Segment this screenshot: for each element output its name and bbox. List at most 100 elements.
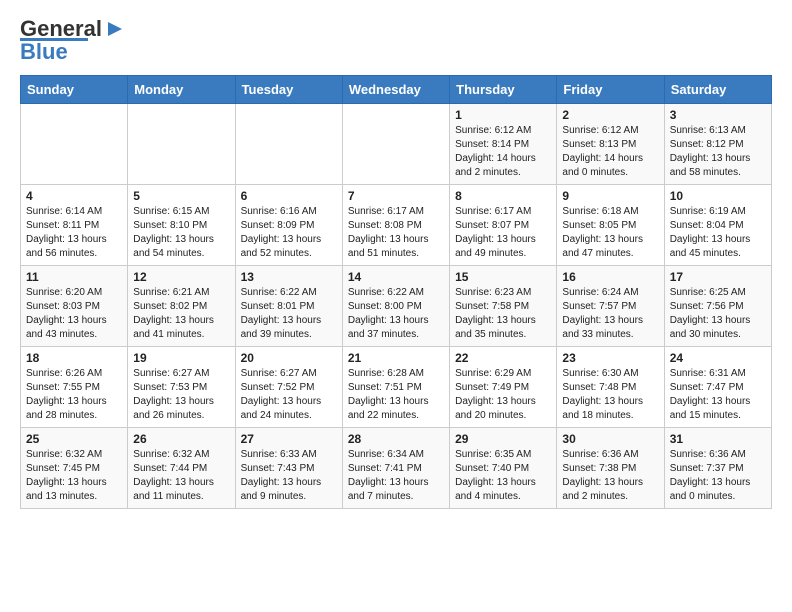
- day-info: Sunrise: 6:27 AM Sunset: 7:52 PM Dayligh…: [241, 367, 337, 423]
- day-number: 7: [348, 189, 444, 203]
- day-info: Sunrise: 6:36 AM Sunset: 7:38 PM Dayligh…: [562, 448, 658, 504]
- calendar-cell: 30 Sunrise: 6:36 AM Sunset: 7:38 PM Dayli…: [557, 428, 664, 509]
- day-info: Sunrise: 6:27 AM Sunset: 7:53 PM Dayligh…: [133, 367, 229, 423]
- logo: General Blue: [20, 16, 126, 65]
- day-info: Sunrise: 6:32 AM Sunset: 7:44 PM Dayligh…: [133, 448, 229, 504]
- day-number: 25: [26, 432, 122, 446]
- day-info: Sunrise: 6:35 AM Sunset: 7:40 PM Dayligh…: [455, 448, 551, 504]
- day-number: 17: [670, 270, 766, 284]
- calendar-cell: 19 Sunrise: 6:27 AM Sunset: 7:53 PM Dayli…: [128, 347, 235, 428]
- calendar-week-row: 11 Sunrise: 6:20 AM Sunset: 8:03 PM Dayli…: [21, 266, 772, 347]
- day-info: Sunrise: 6:16 AM Sunset: 8:09 PM Dayligh…: [241, 205, 337, 261]
- day-info: Sunrise: 6:13 AM Sunset: 8:12 PM Dayligh…: [670, 124, 766, 180]
- day-info: Sunrise: 6:14 AM Sunset: 8:11 PM Dayligh…: [26, 205, 122, 261]
- day-info: Sunrise: 6:28 AM Sunset: 7:51 PM Dayligh…: [348, 367, 444, 423]
- day-info: Sunrise: 6:22 AM Sunset: 8:00 PM Dayligh…: [348, 286, 444, 342]
- calendar-cell: 17Sunrise: 6:25 AM Sunset: 7:56 PM Dayli…: [664, 266, 771, 347]
- day-number: 27: [241, 432, 337, 446]
- calendar-cell: [21, 104, 128, 185]
- day-number: 16: [562, 270, 658, 284]
- calendar-cell: 24 Sunrise: 6:31 AM Sunset: 7:47 PM Dayli…: [664, 347, 771, 428]
- day-number: 4: [26, 189, 122, 203]
- day-number: 6: [241, 189, 337, 203]
- day-number: 20: [241, 351, 337, 365]
- calendar-cell: 23 Sunrise: 6:30 AM Sunset: 7:48 PM Dayli…: [557, 347, 664, 428]
- calendar-cell: 20 Sunrise: 6:27 AM Sunset: 7:52 PM Dayli…: [235, 347, 342, 428]
- day-info: Sunrise: 6:32 AM Sunset: 7:45 PM Dayligh…: [26, 448, 122, 504]
- day-info: Sunrise: 6:21 AM Sunset: 8:02 PM Dayligh…: [133, 286, 229, 342]
- calendar-week-row: 4 Sunrise: 6:14 AM Sunset: 8:11 PM Daylig…: [21, 185, 772, 266]
- day-number: 8: [455, 189, 551, 203]
- calendar-cell: 2 Sunrise: 6:12 AM Sunset: 8:13 PM Daylig…: [557, 104, 664, 185]
- calendar-cell: 31Sunrise: 6:36 AM Sunset: 7:37 PM Dayli…: [664, 428, 771, 509]
- day-info: Sunrise: 6:36 AM Sunset: 7:37 PM Dayligh…: [670, 448, 766, 504]
- calendar-cell: 5Sunrise: 6:15 AM Sunset: 8:10 PM Daylig…: [128, 185, 235, 266]
- day-info: Sunrise: 6:18 AM Sunset: 8:05 PM Dayligh…: [562, 205, 658, 261]
- day-number: 2: [562, 108, 658, 122]
- weekday-header-wednesday: Wednesday: [342, 76, 449, 104]
- day-info: Sunrise: 6:19 AM Sunset: 8:04 PM Dayligh…: [670, 205, 766, 261]
- day-info: Sunrise: 6:20 AM Sunset: 8:03 PM Dayligh…: [26, 286, 122, 342]
- calendar-week-row: 1 Sunrise: 6:12 AM Sunset: 8:14 PM Daylig…: [21, 104, 772, 185]
- day-number: 18: [26, 351, 122, 365]
- day-number: 22: [455, 351, 551, 365]
- calendar-cell: 12Sunrise: 6:21 AM Sunset: 8:02 PM Dayli…: [128, 266, 235, 347]
- calendar-cell: 15Sunrise: 6:23 AM Sunset: 7:58 PM Dayli…: [450, 266, 557, 347]
- calendar-week-row: 18 Sunrise: 6:26 AM Sunset: 7:55 PM Dayli…: [21, 347, 772, 428]
- logo-arrow-icon: [104, 18, 126, 40]
- header: General Blue: [20, 16, 772, 65]
- calendar-cell: 1 Sunrise: 6:12 AM Sunset: 8:14 PM Daylig…: [450, 104, 557, 185]
- day-info: Sunrise: 6:12 AM Sunset: 8:13 PM Dayligh…: [562, 124, 658, 180]
- day-info: Sunrise: 6:34 AM Sunset: 7:41 PM Dayligh…: [348, 448, 444, 504]
- logo-blue: Blue: [20, 39, 68, 65]
- calendar-cell: 4 Sunrise: 6:14 AM Sunset: 8:11 PM Daylig…: [21, 185, 128, 266]
- day-info: Sunrise: 6:26 AM Sunset: 7:55 PM Dayligh…: [26, 367, 122, 423]
- day-info: Sunrise: 6:17 AM Sunset: 8:07 PM Dayligh…: [455, 205, 551, 261]
- day-info: Sunrise: 6:31 AM Sunset: 7:47 PM Dayligh…: [670, 367, 766, 423]
- day-number: 30: [562, 432, 658, 446]
- calendar-cell: 10Sunrise: 6:19 AM Sunset: 8:04 PM Dayli…: [664, 185, 771, 266]
- day-number: 11: [26, 270, 122, 284]
- calendar-cell: [128, 104, 235, 185]
- day-info: Sunrise: 6:23 AM Sunset: 7:58 PM Dayligh…: [455, 286, 551, 342]
- day-number: 5: [133, 189, 229, 203]
- day-number: 19: [133, 351, 229, 365]
- day-number: 21: [348, 351, 444, 365]
- weekday-header-saturday: Saturday: [664, 76, 771, 104]
- calendar-cell: 16Sunrise: 6:24 AM Sunset: 7:57 PM Dayli…: [557, 266, 664, 347]
- calendar-cell: [342, 104, 449, 185]
- day-info: Sunrise: 6:33 AM Sunset: 7:43 PM Dayligh…: [241, 448, 337, 504]
- weekday-header-row: SundayMondayTuesdayWednesdayThursdayFrid…: [21, 76, 772, 104]
- calendar-cell: 13 Sunrise: 6:22 AM Sunset: 8:01 PM Dayli…: [235, 266, 342, 347]
- calendar-cell: 6 Sunrise: 6:16 AM Sunset: 8:09 PM Daylig…: [235, 185, 342, 266]
- day-info: Sunrise: 6:22 AM Sunset: 8:01 PM Dayligh…: [241, 286, 337, 342]
- day-info: Sunrise: 6:12 AM Sunset: 8:14 PM Dayligh…: [455, 124, 551, 180]
- weekday-header-thursday: Thursday: [450, 76, 557, 104]
- weekday-header-sunday: Sunday: [21, 76, 128, 104]
- calendar-cell: 26 Sunrise: 6:32 AM Sunset: 7:44 PM Dayli…: [128, 428, 235, 509]
- calendar-cell: [235, 104, 342, 185]
- calendar-cell: 25 Sunrise: 6:32 AM Sunset: 7:45 PM Dayli…: [21, 428, 128, 509]
- day-info: Sunrise: 6:30 AM Sunset: 7:48 PM Dayligh…: [562, 367, 658, 423]
- calendar-cell: 9 Sunrise: 6:18 AM Sunset: 8:05 PM Daylig…: [557, 185, 664, 266]
- calendar-week-row: 25 Sunrise: 6:32 AM Sunset: 7:45 PM Dayli…: [21, 428, 772, 509]
- weekday-header-tuesday: Tuesday: [235, 76, 342, 104]
- day-number: 24: [670, 351, 766, 365]
- weekday-header-friday: Friday: [557, 76, 664, 104]
- calendar-cell: 3 Sunrise: 6:13 AM Sunset: 8:12 PM Daylig…: [664, 104, 771, 185]
- day-number: 29: [455, 432, 551, 446]
- weekday-header-monday: Monday: [128, 76, 235, 104]
- day-number: 26: [133, 432, 229, 446]
- day-number: 28: [348, 432, 444, 446]
- calendar-cell: 7 Sunrise: 6:17 AM Sunset: 8:08 PM Daylig…: [342, 185, 449, 266]
- day-number: 13: [241, 270, 337, 284]
- day-number: 1: [455, 108, 551, 122]
- day-number: 23: [562, 351, 658, 365]
- day-info: Sunrise: 6:17 AM Sunset: 8:08 PM Dayligh…: [348, 205, 444, 261]
- day-number: 9: [562, 189, 658, 203]
- day-number: 3: [670, 108, 766, 122]
- calendar-cell: 28 Sunrise: 6:34 AM Sunset: 7:41 PM Dayli…: [342, 428, 449, 509]
- calendar-cell: 22 Sunrise: 6:29 AM Sunset: 7:49 PM Dayli…: [450, 347, 557, 428]
- day-info: Sunrise: 6:29 AM Sunset: 7:49 PM Dayligh…: [455, 367, 551, 423]
- calendar-cell: 29 Sunrise: 6:35 AM Sunset: 7:40 PM Dayli…: [450, 428, 557, 509]
